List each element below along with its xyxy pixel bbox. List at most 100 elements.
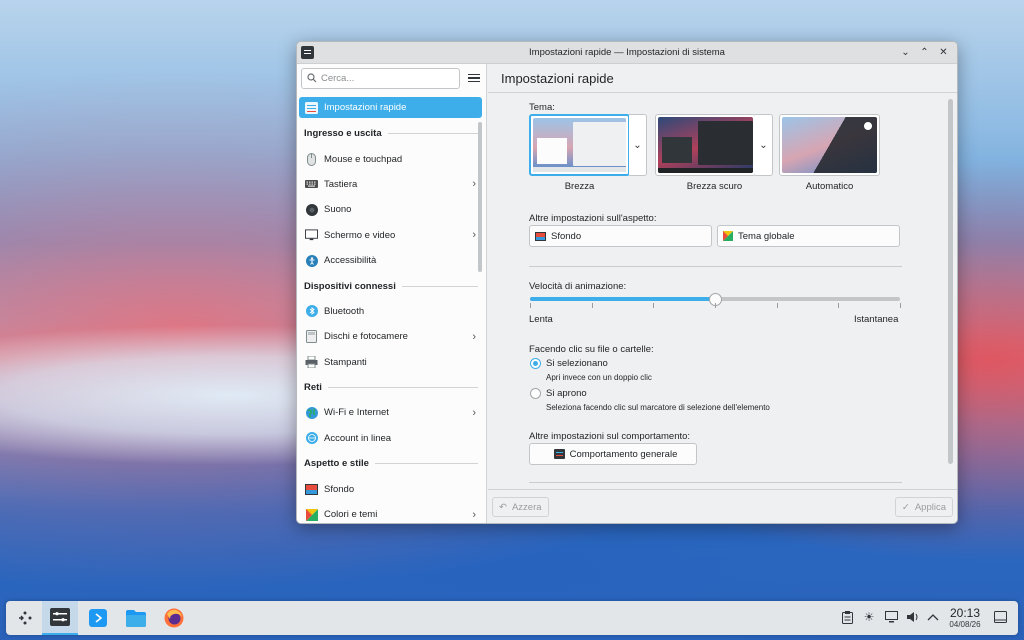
chevron-up-icon: ⌃ <box>920 47 929 58</box>
disk-icon <box>305 330 318 344</box>
animation-max-label: Istantanea <box>854 314 899 325</box>
apply-button[interactable]: ✓ Applica <box>894 497 953 517</box>
radio-open-label[interactable]: Si aprono <box>546 388 587 399</box>
system-tray-expand-icon[interactable] <box>925 609 941 625</box>
sidebar-item-quick-settings[interactable]: Impostazioni rapide <box>299 97 482 118</box>
sidebar-item-online-accounts[interactable]: Account in linea <box>299 426 482 451</box>
wallpaper-icon <box>535 231 546 241</box>
separator <box>529 266 902 267</box>
sidebar-item-label: Impostazioni rapide <box>324 102 407 113</box>
sidebar-item-sound[interactable]: Suono <box>299 197 482 222</box>
clock-time: 20:13 <box>949 606 981 620</box>
system-settings-icon <box>50 608 70 626</box>
sidebar-item-disks-cameras[interactable]: Dischi e fotocamere › <box>299 324 482 349</box>
animation-speed-label: Velocità di animazione: <box>529 281 627 292</box>
general-behavior-button[interactable]: Comportamento generale <box>529 443 697 465</box>
application-launcher-button[interactable] <box>7 601 43 635</box>
chevron-down-icon: ⌄ <box>633 139 642 151</box>
radio-select-label[interactable]: Si selezionano <box>546 358 608 369</box>
sidebar-header-networks: Reti <box>299 375 482 400</box>
chevron-right-icon: › <box>472 330 476 343</box>
slider-tick <box>530 303 531 308</box>
globe-icon <box>305 406 318 419</box>
close-button[interactable]: ✕ <box>936 45 951 60</box>
search-icon <box>307 73 317 83</box>
sidebar-item-label: Schermo e video <box>324 229 396 241</box>
sidebar-header-input-output: Ingresso e uscita <box>299 121 482 146</box>
maximize-button[interactable]: ⌃ <box>917 45 932 60</box>
content-scrollbar[interactable] <box>948 99 953 464</box>
sidebar-item-accessibility[interactable]: Accessibilità <box>299 248 482 273</box>
chevron-down-icon: ⌄ <box>759 139 768 151</box>
bluetooth-icon <box>305 305 318 318</box>
keyboard-icon <box>305 178 318 191</box>
launcher-icon <box>19 611 32 625</box>
wallpaper-icon <box>305 483 318 496</box>
apply-button-label: Applica <box>914 501 946 513</box>
minimize-button[interactable]: ⌄ <box>898 45 913 60</box>
sidebar-item-wifi-internet[interactable]: Wi-Fi e Internet › <box>299 400 482 425</box>
title-bar[interactable]: Impostazioni rapide — Impostazioni di si… <box>297 42 957 64</box>
taskbar-firefox[interactable] <box>156 601 192 635</box>
discover-icon <box>89 609 107 627</box>
sidebar-item-colors-themes[interactable]: Colori e temi › <box>299 502 482 523</box>
sidebar-item-label: Accessibilità <box>324 255 377 267</box>
display-configuration-icon[interactable] <box>883 609 899 625</box>
chevron-right-icon: › <box>472 178 476 191</box>
hamburger-menu-button[interactable] <box>466 70 482 86</box>
taskbar: ☀ 20:13 04/08/26 <box>6 601 1018 635</box>
firefox-icon <box>164 608 184 628</box>
theme-name-breeze-dark: Brezza scuro <box>686 181 743 192</box>
check-icon: ✓ <box>901 501 910 513</box>
sidebar-item-label: Tastiera <box>324 178 358 190</box>
breeze-dark-variant-dropdown[interactable]: ⌄ <box>755 114 773 176</box>
theme-card-breeze[interactable] <box>529 114 630 176</box>
online-accounts-icon <box>305 432 318 445</box>
sidebar-item-label: Stampanti <box>324 356 367 368</box>
separator <box>529 482 902 483</box>
sidebar-item-printers[interactable]: Stampanti <box>299 350 482 375</box>
volume-icon[interactable] <box>905 609 921 625</box>
theme-card-breeze-dark[interactable] <box>655 114 756 176</box>
sidebar-header-appearance: Aspetto e stile <box>299 451 482 476</box>
automatic-theme-preview <box>782 117 877 173</box>
taskbar-discover[interactable] <box>80 601 116 635</box>
reset-button-label: Azzera <box>511 501 542 513</box>
taskbar-file-manager[interactable] <box>118 601 154 635</box>
sidebar-item-bluetooth[interactable]: Bluetooth <box>299 299 482 324</box>
reset-button[interactable]: ↶ Azzera <box>492 497 549 517</box>
sidebar-item-display[interactable]: Schermo e video › <box>299 223 482 248</box>
colors-icon <box>723 231 733 241</box>
digital-clock[interactable]: 20:13 04/08/26 <box>944 606 986 629</box>
speaker-icon <box>305 203 318 216</box>
brightness-icon[interactable]: ☀ <box>861 609 877 625</box>
radio-select[interactable] <box>530 358 541 369</box>
show-desktop-icon[interactable] <box>992 609 1008 625</box>
sidebar-item-mouse-touchpad[interactable]: Mouse e touchpad <box>299 146 482 171</box>
wallpaper-button[interactable]: Sfondo <box>529 225 712 247</box>
slider-tick <box>900 303 901 308</box>
sidebar-scrollbar[interactable] <box>478 122 482 272</box>
theme-name-automatic: Automatico <box>805 181 854 192</box>
radio-open-desc: Seleziona facendo clic sul marcatore di … <box>546 403 770 412</box>
global-theme-button[interactable]: Tema globale <box>717 225 900 247</box>
slider-fill <box>530 297 715 301</box>
theme-card-automatic[interactable] <box>779 114 880 176</box>
radio-select-desc: Apri invece con un doppio clic <box>546 373 652 382</box>
close-icon: ✕ <box>939 47 948 58</box>
page-title: Impostazioni rapide <box>488 64 957 93</box>
sidebar-item-keyboard[interactable]: Tastiera › <box>299 172 482 197</box>
sidebar-item-label: Sfondo <box>324 483 355 495</box>
breeze-theme-preview <box>533 118 626 172</box>
sidebar-list: Impostazioni rapide Ingresso e uscita Mo… <box>297 92 486 523</box>
behavior-label: Altre impostazioni sul comportamento: <box>529 431 691 442</box>
radio-open[interactable] <box>530 388 541 399</box>
clipboard-icon[interactable] <box>839 609 855 625</box>
search-input[interactable]: Cerca... <box>301 67 460 89</box>
sidebar-item-wallpaper[interactable]: Sfondo <box>299 476 482 501</box>
breeze-variant-dropdown[interactable]: ⌄ <box>629 114 647 176</box>
sidebar-item-label: Bluetooth <box>324 305 365 317</box>
taskbar-system-settings[interactable] <box>42 601 78 635</box>
quick-settings-icon <box>305 101 318 114</box>
colors-icon <box>305 508 318 521</box>
